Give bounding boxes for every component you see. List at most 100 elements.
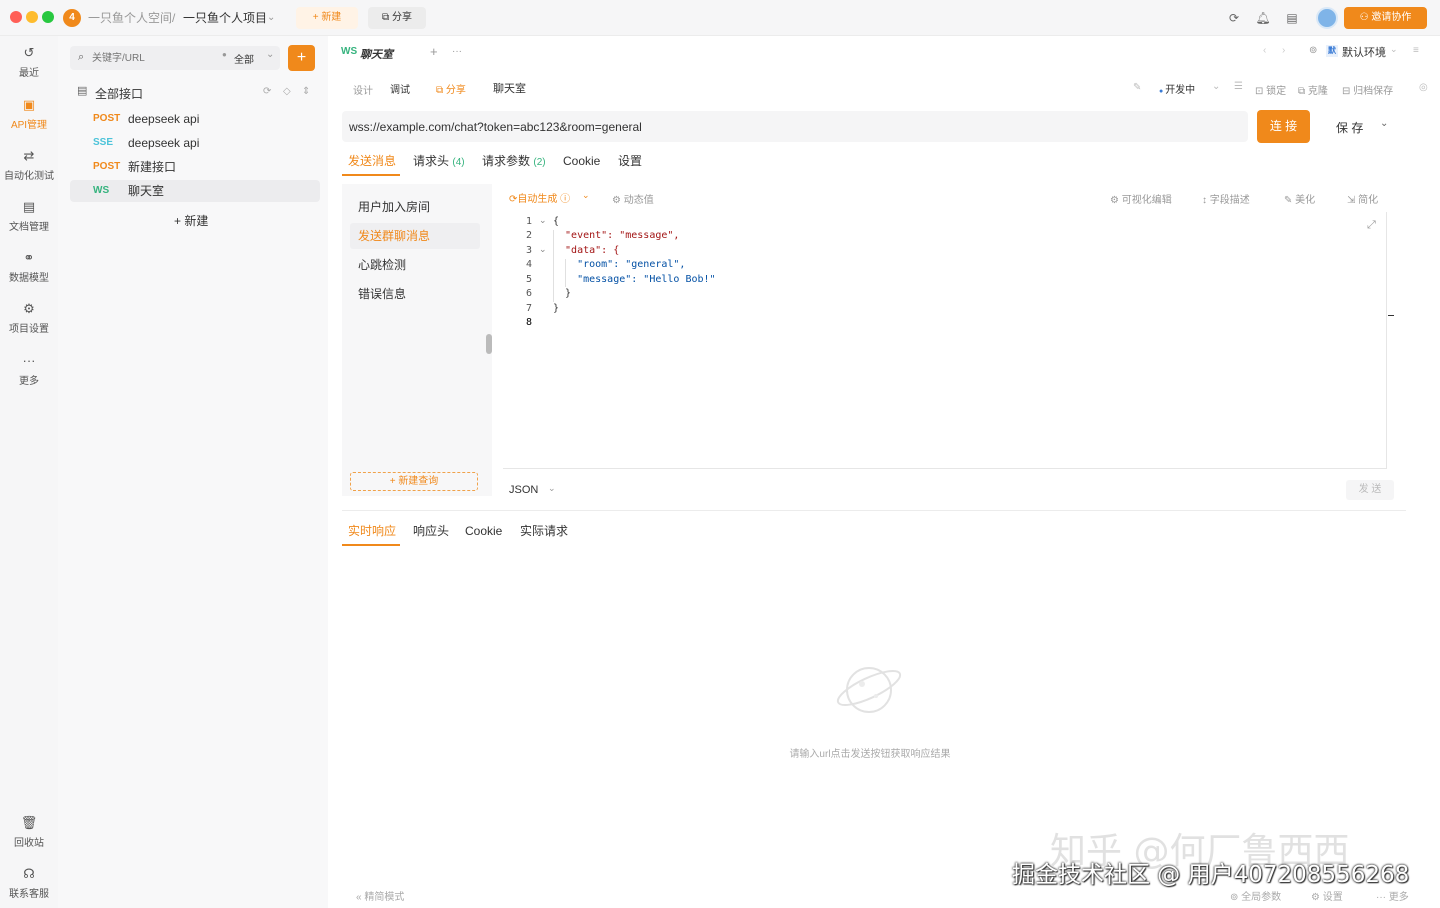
app-logo-icon: 4	[63, 9, 81, 27]
nav-api-management[interactable]: ▣ API管理	[0, 96, 58, 140]
doc-tab-active[interactable]: WS 聊天室	[336, 42, 420, 64]
minimize-window-button[interactable]	[26, 11, 38, 23]
message-item[interactable]: 心跳检测	[350, 252, 480, 278]
folder-icon: ▤	[77, 85, 88, 97]
info-icon[interactable]: ◎	[1419, 82, 1428, 93]
env-name: 默认环境	[1342, 47, 1386, 59]
lock-button[interactable]: ⊡ 锁定	[1255, 82, 1286, 97]
share-button[interactable]: ⧉ 分享	[368, 7, 426, 29]
inbox-icon[interactable]: ▤	[1284, 10, 1300, 26]
message-item[interactable]: 错误信息	[350, 281, 480, 307]
auto-chevron-down-icon[interactable]: ⌄	[582, 190, 590, 201]
field-desc-button[interactable]: ↕ 字段描述	[1202, 191, 1250, 206]
code-line: "event": "message",	[553, 230, 680, 241]
lock-icon: ⊡	[1255, 86, 1267, 97]
workspace-breadcrumb[interactable]: 一只鱼个人空间	[88, 10, 172, 26]
tab-more-icon[interactable]: ···	[452, 46, 462, 57]
status-chevron-down-icon[interactable]: ⌄	[1212, 81, 1220, 92]
simplify-button[interactable]: ⇲ 简化	[1347, 191, 1378, 206]
code-editor[interactable]	[503, 212, 1387, 469]
nav-data-model[interactable]: ⚭ 数据模型	[0, 249, 58, 293]
format-select[interactable]: JSON	[509, 484, 538, 496]
tab-debug[interactable]: 调试	[390, 81, 410, 96]
auto-generate-button[interactable]: ⟳自动生成 ⓘ	[509, 190, 570, 205]
clone-button[interactable]: ⧉ 克隆	[1298, 82, 1328, 97]
status-select[interactable]: ● 开发中	[1159, 81, 1195, 96]
share-link[interactable]: ⧉ 分享	[436, 81, 466, 96]
tree-root-all-apis[interactable]: 全部接口	[95, 85, 143, 102]
add-api-button[interactable]: +	[288, 45, 315, 71]
nav-automation-test[interactable]: ⇄ 自动化测试	[0, 147, 58, 191]
tab-next-icon[interactable]: ›	[1282, 45, 1285, 56]
new-query-button[interactable]: + 新建查询	[350, 472, 478, 491]
tree-item[interactable]: POST 新建接口	[70, 156, 320, 178]
archive-button[interactable]: ⊟ 归档保存	[1342, 82, 1393, 97]
tree-new-button[interactable]: + 新建	[174, 212, 208, 229]
tab-response-cookie[interactable]: Cookie	[465, 523, 502, 539]
nav-support[interactable]: ☊ 联系客服	[0, 865, 58, 908]
send-button[interactable]: 发 送	[1346, 480, 1394, 500]
url-input[interactable]	[349, 117, 1229, 136]
env-select[interactable]: 默 默认环境 ⌄	[1326, 44, 1398, 60]
search-box[interactable]: ⌕ ● 全部 ⌄	[70, 46, 280, 70]
compact-mode-toggle[interactable]: « 精简模式	[356, 888, 404, 903]
tab-headers[interactable]: 请求头 (4)	[413, 153, 465, 171]
visual-edit-button[interactable]: ⚙ 可视化编辑	[1110, 191, 1172, 206]
beautify-button[interactable]: ✎ 美化	[1284, 191, 1315, 206]
expand-icon[interactable]: ⤢	[1367, 219, 1376, 232]
nav-trash[interactable]: 🗑︎ 回收站	[0, 814, 58, 858]
tab-params[interactable]: 请求参数 (2)	[482, 153, 546, 171]
list-icon[interactable]: ☰	[1234, 81, 1243, 92]
panel-resize-handle[interactable]	[486, 334, 492, 354]
format-chevron-down-icon[interactable]: ⌄	[548, 483, 556, 494]
nav-docs[interactable]: ▤ 文档管理	[0, 198, 58, 242]
nav-project-settings[interactable]: ⚙ 项目设置	[0, 300, 58, 344]
filter-select[interactable]: 全部	[234, 51, 254, 66]
message-item[interactable]: 用户加入房间	[350, 194, 480, 220]
tab-settings[interactable]: 设置	[618, 153, 642, 169]
tab-prev-icon[interactable]: ‹	[1263, 45, 1266, 56]
refresh-tree-icon[interactable]: ⟳	[263, 86, 271, 97]
tab-send-message[interactable]: 发送消息	[348, 153, 396, 169]
avatar[interactable]	[1316, 7, 1338, 29]
sync-icon[interactable]: ⟳	[1226, 10, 1242, 26]
fold-chevron-icon[interactable]: ⌄	[539, 244, 547, 255]
project-breadcrumb[interactable]: 一只鱼个人项目	[183, 10, 267, 26]
global-params-button[interactable]: ⊚ 全局参数	[1230, 888, 1281, 903]
nav-more[interactable]: ··· 更多	[0, 352, 58, 396]
edit-icon[interactable]: ✎	[1133, 82, 1141, 93]
message-item-selected[interactable]: 发送群聊消息	[350, 223, 480, 249]
footer-settings-button[interactable]: ⚙ 设置	[1311, 888, 1343, 903]
dynamic-value-button[interactable]: ⚙ 动态值	[612, 191, 654, 206]
project-chevron-down-icon[interactable]: ⌄	[267, 10, 275, 26]
filter-chevron-down-icon[interactable]: ⌄	[266, 49, 274, 60]
maximize-window-button[interactable]	[42, 11, 54, 23]
connect-button[interactable]: 连 接	[1257, 110, 1310, 143]
save-chevron-down-icon[interactable]: ⌄	[1380, 118, 1388, 129]
invite-button[interactable]: ⚇ 邀请协作	[1344, 7, 1427, 29]
footer-more-button[interactable]: ··· 更多	[1376, 888, 1409, 903]
tree-item[interactable]: SSE deepseek api	[70, 132, 320, 154]
close-window-button[interactable]	[10, 11, 22, 23]
tree-item-name: 新建接口	[128, 160, 177, 174]
tab-design[interactable]: 设计	[353, 82, 373, 97]
new-button[interactable]: + 新建	[296, 7, 358, 29]
menu-icon[interactable]: ≡	[1413, 45, 1419, 56]
api-name[interactable]: 聊天室	[493, 80, 526, 96]
search-input[interactable]	[92, 49, 212, 67]
tab-response-headers[interactable]: 响应头	[413, 523, 449, 539]
tab-cookie[interactable]: Cookie	[563, 153, 600, 169]
add-tab-plus-icon[interactable]: +	[430, 44, 438, 59]
save-button[interactable]: 保 存	[1336, 119, 1363, 136]
clone-icon: ⧉	[1298, 86, 1308, 97]
locate-icon[interactable]: ◇	[283, 86, 291, 97]
tree-item-selected[interactable]: WS 聊天室	[70, 180, 320, 202]
tab-actual-request[interactable]: 实际请求	[520, 523, 568, 539]
bell-icon[interactable]: 🔔︎	[1255, 10, 1271, 26]
env-settings-icon[interactable]: ⊚	[1309, 45, 1317, 56]
nav-recent[interactable]: ↺ 最近	[0, 44, 58, 88]
tab-realtime-response[interactable]: 实时响应	[348, 523, 396, 539]
tree-item[interactable]: POST deepseek api	[70, 108, 320, 130]
collapse-icon[interactable]: ⇕	[302, 86, 310, 97]
fold-chevron-icon[interactable]: ⌄	[539, 215, 547, 226]
